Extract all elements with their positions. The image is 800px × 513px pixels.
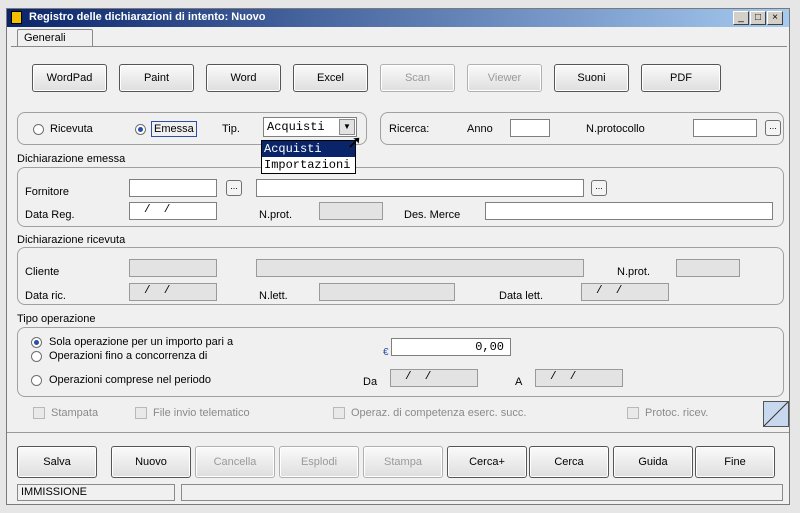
periodo-label: Operazioni comprese nel periodo bbox=[49, 374, 212, 386]
tab-divider bbox=[11, 46, 787, 47]
da-label: Da bbox=[363, 376, 378, 388]
wordpad-button[interactable]: WordPad bbox=[32, 64, 107, 92]
nprot-ricevuta-label: N.prot. bbox=[617, 266, 651, 278]
fino-concorrenza-label: Operazioni fino a concorrenza di bbox=[49, 350, 208, 362]
scan-button[interactable]: Scan bbox=[380, 64, 455, 92]
sola-operazione-radio[interactable] bbox=[31, 337, 42, 348]
importo-input[interactable]: 0,00 bbox=[391, 338, 511, 356]
nlett-label: N.lett. bbox=[259, 290, 288, 302]
emessa-section-title: Dichiarazione emessa bbox=[17, 153, 126, 165]
cliente-label: Cliente bbox=[25, 266, 60, 278]
cerca-plus-button[interactable]: Cerca+ bbox=[447, 446, 527, 478]
fornitore-lookup-button[interactable]: ... bbox=[226, 180, 242, 196]
nlett-input bbox=[319, 283, 455, 301]
main-window: Registro delle dichiarazioni di intento:… bbox=[6, 8, 790, 505]
tab-generali[interactable]: Generali bbox=[17, 29, 93, 47]
bottom-divider bbox=[7, 432, 789, 433]
fornitore-code-input[interactable] bbox=[129, 179, 217, 197]
emessa-label: Emessa bbox=[151, 121, 197, 137]
cliente-code-input bbox=[129, 259, 217, 277]
ricevuta-section-title: Dichiarazione ricevuta bbox=[17, 234, 126, 246]
data-reg-label: Data Reg. bbox=[25, 209, 75, 221]
anno-label: Anno bbox=[467, 123, 493, 135]
tipo-section-title: Tipo operazione bbox=[17, 313, 96, 325]
ricerca-label: Ricerca: bbox=[389, 123, 430, 135]
fornitore-name-lookup-button[interactable]: ... bbox=[591, 180, 607, 196]
nprot-emessa-input bbox=[319, 202, 383, 220]
window-title: Registro delle dichiarazioni di intento:… bbox=[29, 11, 266, 23]
pdf-button[interactable]: PDF bbox=[641, 64, 721, 92]
tip-dropdown: Acquisti Importazioni bbox=[261, 140, 356, 174]
tip-label: Tip. bbox=[222, 123, 240, 135]
operaz-competenza-checkbox[interactable] bbox=[333, 407, 345, 419]
close-button[interactable]: × bbox=[767, 11, 783, 25]
cliente-name-input bbox=[256, 259, 584, 277]
emessa-radio[interactable] bbox=[135, 124, 146, 135]
app-icon bbox=[11, 11, 22, 24]
data-reg-input[interactable]: / / bbox=[129, 202, 217, 220]
esplodi-button[interactable]: Esplodi bbox=[279, 446, 359, 478]
data-ric-label: Data ric. bbox=[25, 290, 66, 302]
euro-icon: € bbox=[383, 347, 389, 358]
status-mode: IMMISSIONE bbox=[17, 484, 175, 501]
excel-button[interactable]: Excel bbox=[293, 64, 368, 92]
status-message bbox=[181, 484, 783, 501]
des-merce-label: Des. Merce bbox=[404, 209, 461, 221]
guida-button[interactable]: Guida bbox=[613, 446, 693, 478]
fine-button[interactable]: Fine bbox=[695, 446, 775, 478]
fino-concorrenza-radio[interactable] bbox=[31, 351, 42, 362]
nprotocollo-lookup-button[interactable]: ... bbox=[765, 120, 781, 136]
cancella-button[interactable]: Cancella bbox=[195, 446, 275, 478]
maximize-button[interactable]: □ bbox=[750, 11, 766, 25]
minimize-button[interactable]: _ bbox=[733, 11, 749, 25]
a-input: / / bbox=[535, 369, 623, 387]
file-invio-label: File invio telematico bbox=[153, 407, 250, 419]
viewer-button[interactable]: Viewer bbox=[467, 64, 542, 92]
ricevuta-radio[interactable] bbox=[33, 124, 44, 135]
nprotocollo-input[interactable] bbox=[693, 119, 757, 137]
file-invio-checkbox[interactable] bbox=[135, 407, 147, 419]
fornitore-name-input[interactable] bbox=[256, 179, 584, 197]
periodo-radio[interactable] bbox=[31, 375, 42, 386]
stampa-button[interactable]: Stampa bbox=[363, 446, 443, 478]
a-label: A bbox=[515, 376, 523, 388]
stampata-label: Stampata bbox=[51, 407, 99, 419]
nprotocollo-label: N.protocollo bbox=[586, 123, 645, 135]
title-bar[interactable]: Registro delle dichiarazioni di intento:… bbox=[7, 9, 789, 27]
salva-button[interactable]: Salva bbox=[17, 446, 97, 478]
word-button[interactable]: Word bbox=[206, 64, 281, 92]
nprot-ricevuta-input bbox=[676, 259, 740, 277]
da-input: / / bbox=[390, 369, 478, 387]
dropdown-option-acquisti[interactable]: Acquisti bbox=[262, 141, 355, 157]
cursor-icon: ➚ bbox=[347, 132, 363, 152]
corner-resize-icon[interactable] bbox=[763, 401, 789, 427]
fornitore-label: Fornitore bbox=[25, 186, 70, 198]
data-lett-label: Data lett. bbox=[499, 290, 544, 302]
des-merce-input[interactable] bbox=[485, 202, 773, 220]
ricevuta-label: Ricevuta bbox=[50, 123, 93, 135]
dropdown-option-importazioni[interactable]: Importazioni bbox=[262, 157, 355, 173]
data-lett-input: / / bbox=[581, 283, 669, 301]
cerca-button[interactable]: Cerca bbox=[529, 446, 609, 478]
nuovo-button[interactable]: Nuovo bbox=[111, 446, 191, 478]
suoni-button[interactable]: Suoni bbox=[554, 64, 629, 92]
data-ric-input: / / bbox=[129, 283, 217, 301]
sola-operazione-label: Sola operazione per un importo pari a bbox=[49, 336, 234, 348]
protoc-ricev-label: Protoc. ricev. bbox=[645, 407, 709, 419]
protoc-ricev-checkbox[interactable] bbox=[627, 407, 639, 419]
operaz-competenza-label: Operaz. di competenza eserc. succ. bbox=[351, 407, 527, 419]
anno-input[interactable] bbox=[510, 119, 550, 137]
paint-button[interactable]: Paint bbox=[119, 64, 194, 92]
nprot-emessa-label: N.prot. bbox=[259, 209, 293, 221]
stampata-checkbox[interactable] bbox=[33, 407, 45, 419]
